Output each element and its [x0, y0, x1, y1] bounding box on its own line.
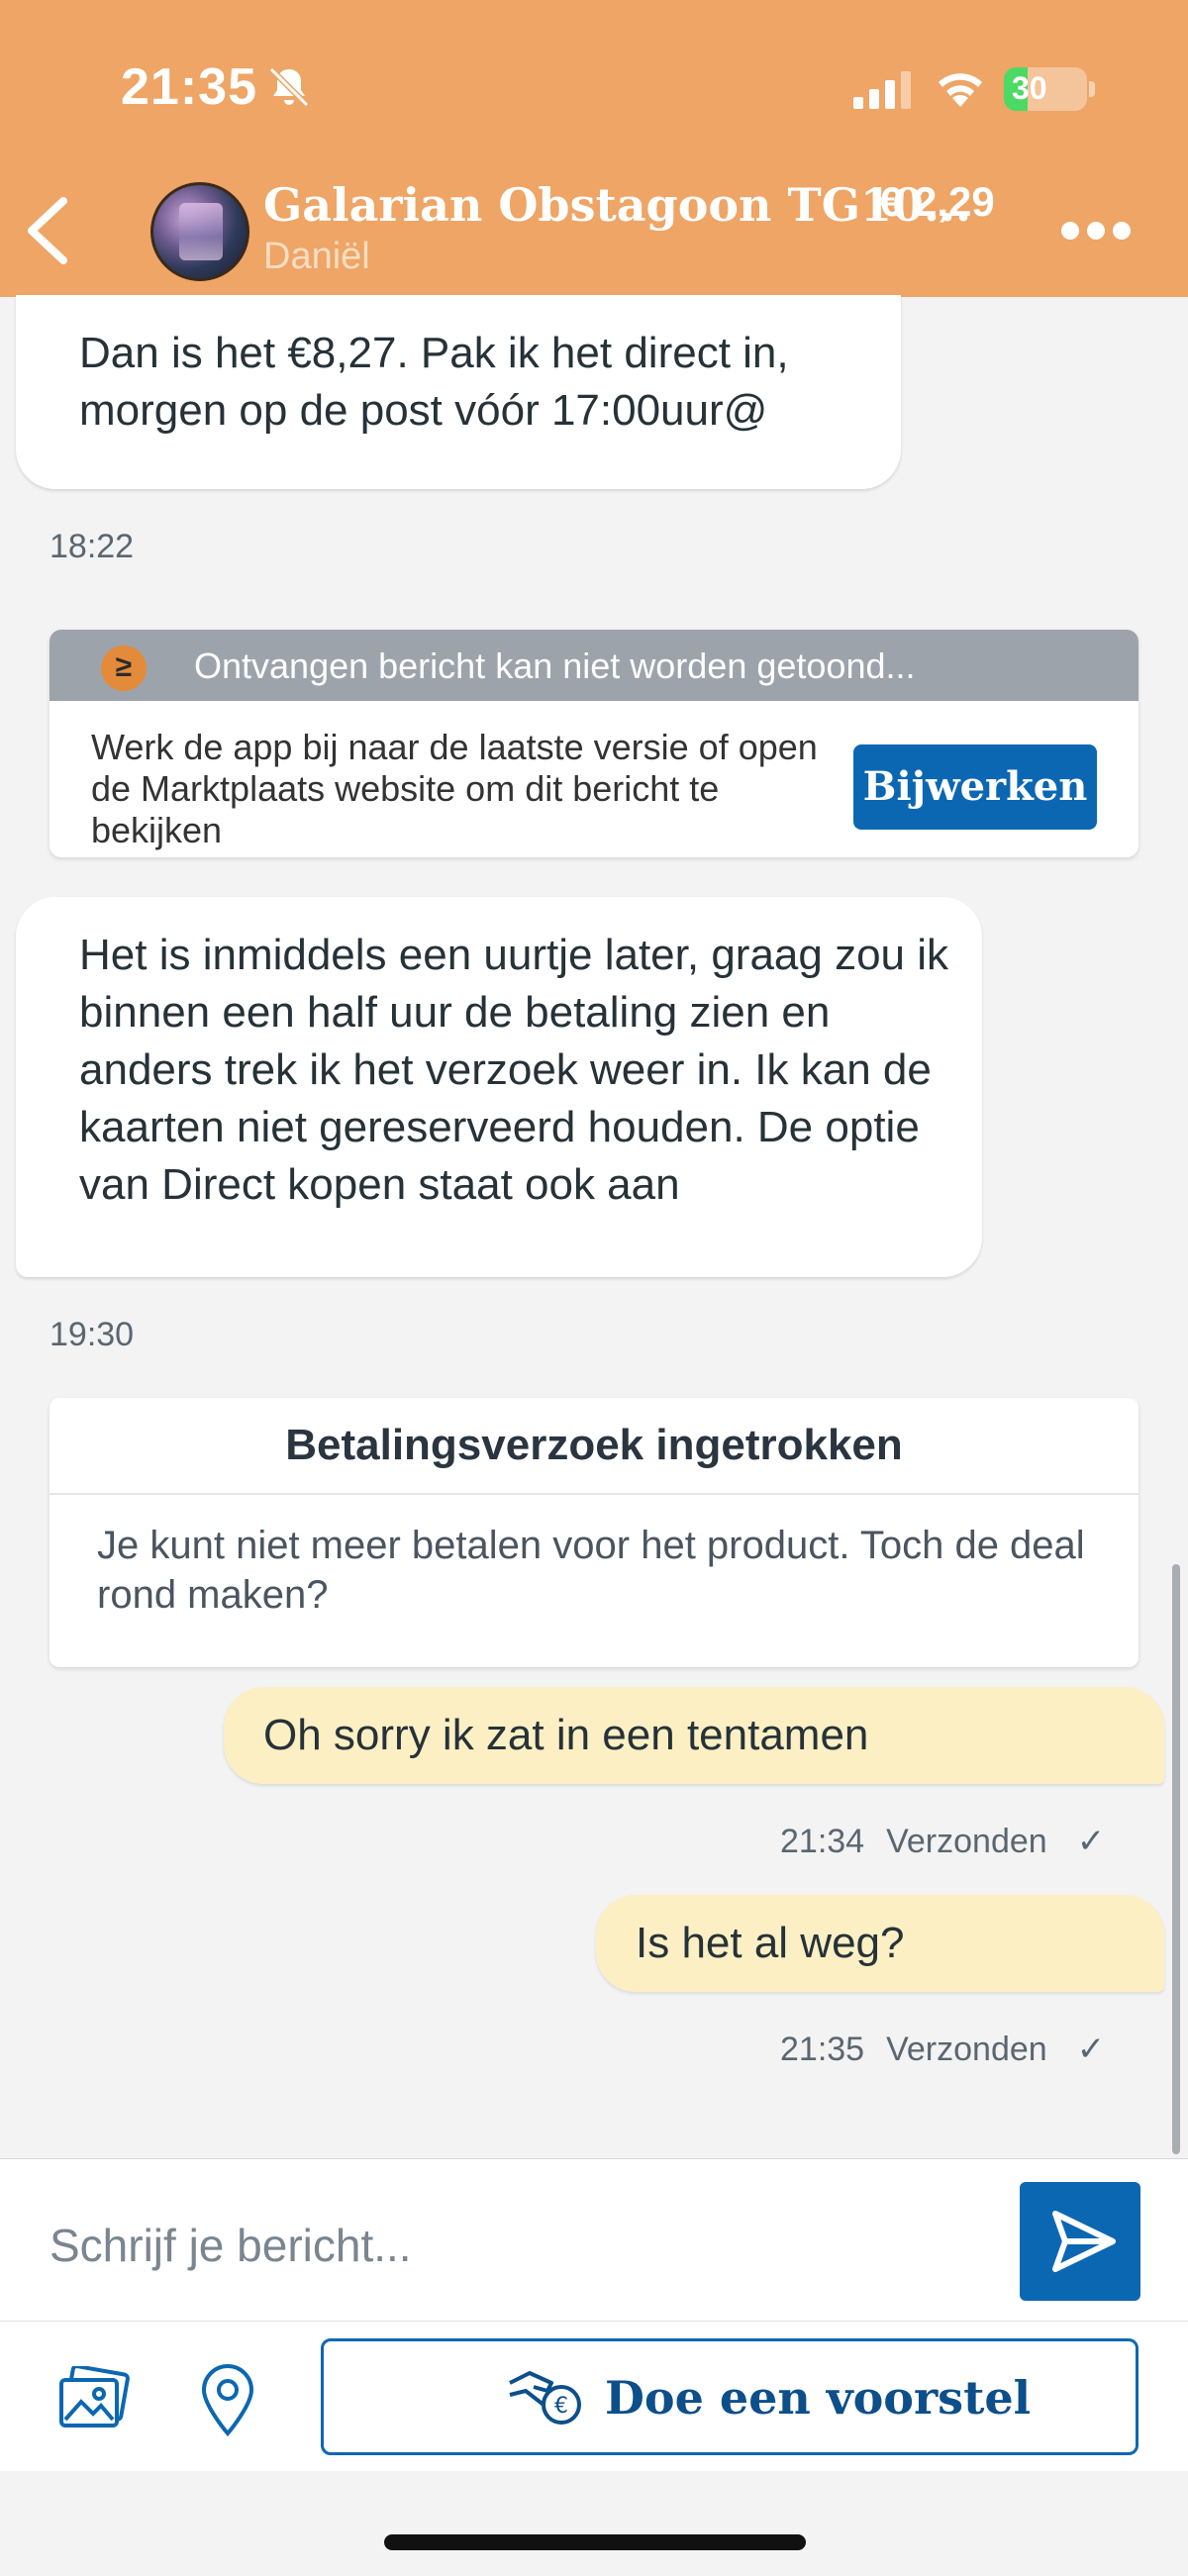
wifi-icon [939, 73, 982, 107]
image-icon[interactable] [55, 2366, 131, 2431]
incoming-message: Dan is het €8,27. Pak ik het direct in, … [16, 295, 901, 489]
delivery-status: Verzonden [886, 2031, 1047, 2068]
battery-indicator: 30 [1004, 67, 1087, 111]
delivery-status: Verzonden [886, 1823, 1047, 1860]
notice-header: ≥ Ontvangen bericht kan niet worden geto… [50, 630, 1138, 701]
make-offer-label: Doe een voorstel [605, 2371, 1032, 2425]
make-offer-button[interactable]: € Doe een voorstel [321, 2338, 1138, 2455]
safe-area [0, 2471, 1188, 2576]
home-indicator[interactable] [384, 2534, 806, 2550]
message-text: Oh sorry ik zat in een tentamen [263, 1711, 869, 1759]
svg-text:€: € [554, 2394, 568, 2419]
outgoing-message: Is het al weg? [596, 1895, 1164, 1992]
message-timestamp: 19:30 [50, 1316, 135, 1353]
status-time: 21:35 [121, 58, 257, 116]
message-text: Dan is het €8,27. Pak ik het direct in, … [79, 329, 789, 435]
offer-hand-icon: € [509, 2371, 581, 2425]
sent-check-icon: ✓ [1076, 2031, 1106, 2068]
outgoing-message: Oh sorry ik zat in een tentamen [224, 1687, 1164, 1784]
notice-header-text: Ontvangen bericht kan niet worden getoon… [194, 645, 916, 686]
message-text: Is het al weg? [636, 1919, 905, 1967]
bell-off-icon [268, 66, 310, 108]
back-button[interactable] [20, 193, 75, 268]
chat-header: 21:35 30 Galarian Obstagoon TG10... € 2,… [0, 0, 1188, 297]
sent-check-icon: ✓ [1076, 1823, 1106, 1860]
card-body: Je kunt niet meer betalen voor het produ… [97, 1524, 1085, 1617]
location-icon[interactable] [198, 2362, 257, 2437]
seller-name[interactable]: Daniël [263, 236, 370, 278]
chat-scrollbar[interactable] [1172, 1564, 1180, 2154]
incoming-message: Het is inmiddels een uurtje later, graag… [16, 897, 982, 1277]
unsupported-message-notice: ≥ Ontvangen bericht kan niet worden geto… [50, 630, 1138, 857]
listing-thumbnail[interactable] [150, 182, 249, 281]
listing-title[interactable]: Galarian Obstagoon TG10... [263, 178, 971, 232]
info-icon: ≥ [101, 645, 147, 691]
payment-request-withdrawn-card: Betalingsverzoek ingetrokken Je kunt nie… [50, 1398, 1138, 1667]
notice-body-text: Werk de app bij naar de laatste versie o… [91, 727, 818, 850]
update-button[interactable]: Bijwerken [853, 744, 1097, 830]
message-timestamp: 18:22 [50, 528, 135, 565]
listing-price: € 2,29 [879, 178, 995, 225]
message-status: 21:35 Verzonden ✓ [780, 2030, 1105, 2069]
card-title: Betalingsverzoek ingetrokken [50, 1398, 1138, 1495]
message-status: 21:34 Verzonden ✓ [780, 1822, 1105, 1861]
message-time: 21:34 [780, 1823, 865, 1860]
send-button[interactable] [1020, 2182, 1140, 2301]
battery-level: 30 [1012, 70, 1047, 106]
message-time: 21:35 [780, 2031, 865, 2068]
message-text: Het is inmiddels een uurtje later, graag… [79, 931, 949, 1209]
signal-icon [853, 71, 911, 109]
message-input[interactable] [48, 2210, 962, 2281]
send-icon [1052, 2211, 1116, 2272]
more-options-button[interactable] [1055, 210, 1135, 249]
